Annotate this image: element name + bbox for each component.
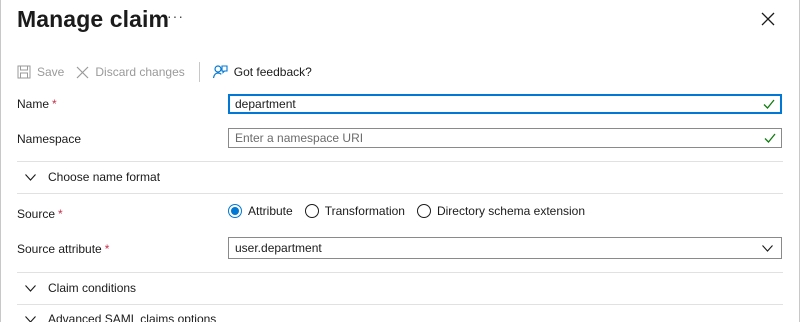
radio-directory-schema-extension[interactable]: Directory schema extension [416,204,586,218]
section-divider [17,161,783,162]
valid-check-icon [763,99,775,109]
claim-conditions-label: Claim conditions [48,281,137,295]
discard-icon [76,66,89,78]
page-title: Manage claim [17,6,170,32]
radio-attribute[interactable]: Attribute [228,204,293,218]
source-label: Source * [17,207,63,221]
namespace-input[interactable]: Enter a namespace URI [228,128,782,148]
more-options-button[interactable]: ··· [167,8,184,24]
chevron-down-icon [762,245,773,252]
radio-transformation[interactable]: Transformation [304,204,405,218]
toolbar-divider [198,62,200,82]
got-feedback-button[interactable]: Got feedback? [212,64,312,80]
namespace-placeholder: Enter a namespace URI [235,131,364,145]
radio-attribute-label: Attribute [248,204,293,218]
required-asterisk: * [52,97,57,111]
section-divider [17,304,783,305]
name-input-value: department [235,97,296,111]
discard-changes-button[interactable]: Discard changes [76,65,185,79]
claim-conditions-section[interactable]: Claim conditions [25,281,136,295]
save-label: Save [37,65,65,79]
save-icon [17,65,31,79]
section-divider [17,272,783,273]
chevron-down-icon [25,315,36,322]
source-attribute-value: user.department [235,241,322,255]
required-asterisk: * [58,207,63,221]
manage-claim-panel: Manage claim ··· Save Discard changes Go… [0,0,800,322]
command-bar: Save Discard changes Got feedback? [17,60,312,84]
radio-directory-schema-extension-label: Directory schema extension [436,204,586,218]
source-attribute-dropdown[interactable]: user.department [228,237,782,259]
discard-changes-label: Discard changes [95,65,185,79]
feedback-icon [212,65,228,79]
valid-check-icon [764,133,776,143]
save-button[interactable]: Save [17,65,64,79]
radio-indicator[interactable] [416,204,431,218]
advanced-saml-claims-options-section[interactable]: Advanced SAML claims options [25,312,216,322]
chevron-down-icon [25,173,36,181]
advanced-saml-claims-options-label: Advanced SAML claims options [48,312,217,322]
source-radio-group: Attribute Transformation Directory schem… [228,204,597,218]
chevron-down-icon [25,284,36,292]
choose-name-format-section[interactable]: Choose name format [25,170,160,184]
choose-name-format-label: Choose name format [48,170,161,184]
source-attribute-label: Source attribute * [17,242,110,256]
required-asterisk: * [104,242,110,256]
radio-transformation-label: Transformation [324,204,405,218]
close-icon[interactable] [761,12,775,26]
namespace-label: Namespace [17,132,82,146]
got-feedback-label: Got feedback? [233,65,312,79]
radio-indicator[interactable] [304,204,319,218]
name-input[interactable]: department [228,94,782,114]
radio-selected-indicator[interactable] [228,204,242,218]
section-divider [17,193,783,194]
name-label: Name * [17,97,57,111]
